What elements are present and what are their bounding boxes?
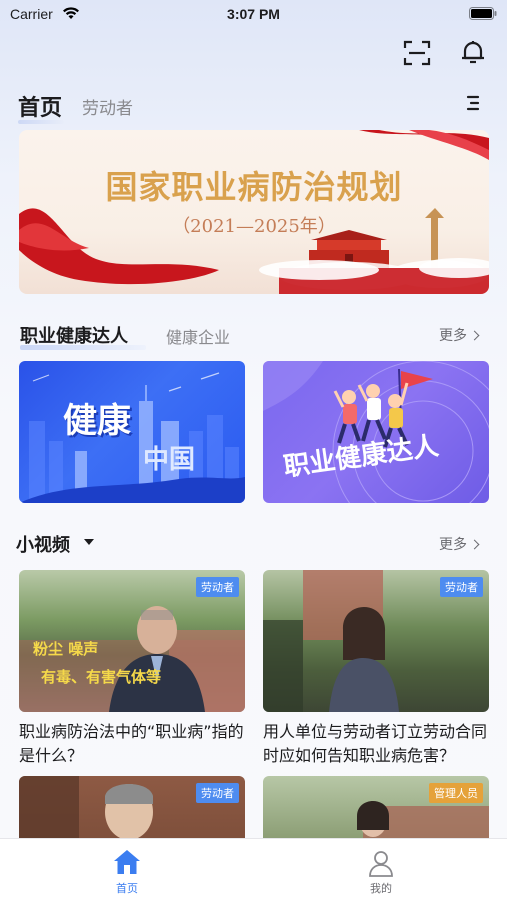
video-tag: 劳动者 — [440, 577, 483, 597]
card-healthy-label: 健康 — [63, 401, 131, 441]
tabbar-label-home: 首页 — [116, 882, 138, 895]
status-bar: Carrier 3:07 PM — [0, 0, 507, 30]
scan-icon[interactable] — [403, 39, 431, 67]
video-caption-line1: 粉尘 噪声 — [33, 640, 99, 658]
chevron-right-icon — [469, 539, 480, 550]
video-tag: 劳动者 — [196, 577, 239, 597]
caret-down-icon[interactable] — [84, 539, 94, 545]
tab-home[interactable]: 首页 — [18, 90, 62, 122]
tabbar-item-home[interactable]: 首页 — [96, 849, 158, 897]
video-more-link[interactable]: 更多 — [439, 534, 480, 554]
banner-subtitle: （2021—2025年） — [172, 216, 336, 237]
video-more-label: 更多 — [439, 537, 467, 553]
video-section-title[interactable]: 小视频 — [16, 531, 70, 557]
banner[interactable]: 国家职业病防治规划 （2021—2025年） — [19, 130, 489, 294]
tab-health-talent[interactable]: 职业健康达人 — [20, 322, 128, 348]
user-icon — [369, 851, 393, 877]
talent-more-label: 更多 — [439, 328, 467, 344]
clock: 3:07 PM — [227, 6, 280, 22]
talent-more-link[interactable]: 更多 — [439, 325, 480, 345]
tab-health-enterprise[interactable]: 健康企业 — [166, 324, 230, 348]
video-tag: 管理人员 — [429, 783, 483, 803]
tabbar-item-me[interactable]: 我的 — [350, 849, 412, 897]
battery-icon — [469, 7, 497, 20]
tabbar-label-me: 我的 — [370, 882, 392, 895]
video-title: 职业病防治法中的“职业病”指的是什么？ — [19, 722, 244, 765]
banner-title: 国家职业病防治规划 — [105, 168, 403, 206]
video-tag: 劳动者 — [196, 783, 239, 803]
tab-worker[interactable]: 劳动者 — [82, 94, 133, 119]
chevron-right-icon — [469, 330, 480, 341]
card-health-talent[interactable]: 职业健康达人 — [263, 361, 489, 503]
video-title: 用人单位与劳动者订立劳动合同时应如何告知职业病危害？ — [263, 722, 488, 765]
tab-bar: 首页 我的 — [0, 838, 507, 900]
bell-icon[interactable] — [459, 38, 487, 66]
talent-section-tabs: 职业健康达人 健康企业 — [20, 320, 490, 350]
city-skyline-illustration — [19, 372, 245, 503]
home-icon — [114, 850, 140, 874]
menu-icon[interactable] — [466, 94, 480, 112]
video-caption-line2: 有毒、有害气体等 — [41, 668, 162, 686]
card-china-label: 中国 — [143, 445, 196, 475]
card-healthy-china[interactable]: 健康 中国 — [19, 361, 245, 503]
video-thumbnail: 劳动者 — [263, 570, 489, 712]
video-thumbnail: 劳动者 粉尘 噪声 有毒、有害气体等 — [19, 570, 245, 712]
